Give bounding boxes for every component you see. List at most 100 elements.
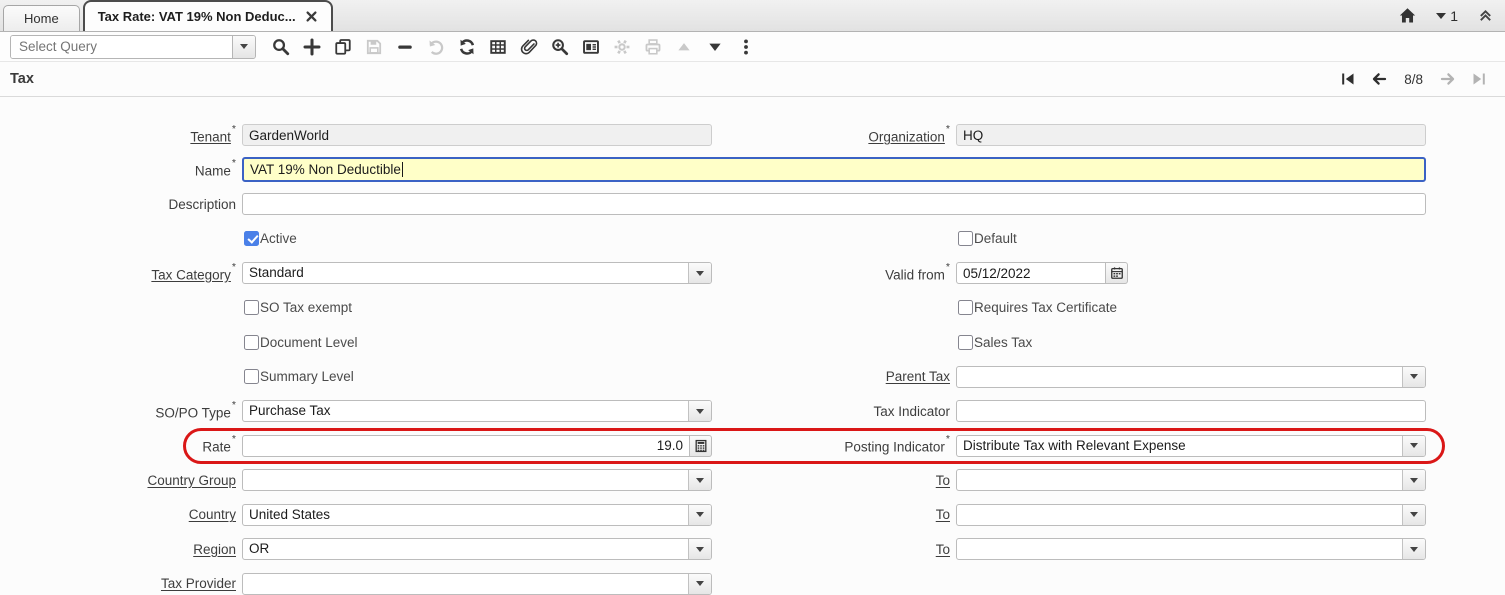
to-region-dropdown-button[interactable] bbox=[1402, 539, 1425, 559]
zoom-across-icon[interactable] bbox=[550, 37, 570, 57]
name-label: Name* bbox=[0, 161, 242, 179]
sopo-type-combobox[interactable]: Purchase Tax bbox=[242, 400, 712, 422]
region-dropdown-button[interactable] bbox=[688, 539, 711, 559]
save-icon bbox=[364, 37, 384, 57]
checkbox-box[interactable] bbox=[244, 369, 259, 384]
more-options-icon[interactable] bbox=[736, 37, 756, 57]
country-group-label: Country Group bbox=[0, 473, 242, 488]
sopo-type-dropdown-button[interactable] bbox=[688, 401, 711, 421]
tax-category-dropdown-button[interactable] bbox=[688, 263, 711, 283]
region-combobox[interactable]: OR bbox=[242, 538, 712, 560]
checkbox-box[interactable] bbox=[244, 335, 259, 350]
name-field[interactable]: VAT 19% Non Deductible bbox=[242, 157, 1426, 182]
required-marker: * bbox=[232, 433, 236, 445]
home-icon[interactable] bbox=[1399, 7, 1416, 24]
rate-widget: 19.0 bbox=[242, 435, 712, 457]
region-value[interactable]: OR bbox=[243, 539, 688, 559]
delete-record-icon[interactable] bbox=[395, 37, 415, 57]
form-row: Tax Provider bbox=[0, 567, 1505, 595]
sopo-type-value[interactable]: Purchase Tax bbox=[243, 401, 688, 421]
country-value[interactable]: United States bbox=[243, 505, 688, 525]
to-country-dropdown-button[interactable] bbox=[1402, 505, 1425, 525]
window-count-dropdown[interactable]: 1 bbox=[1436, 8, 1458, 24]
default-checkbox-label: Default bbox=[974, 231, 1017, 246]
select-query-dropdown-button[interactable] bbox=[232, 36, 255, 58]
to-country-group-value[interactable] bbox=[957, 470, 1402, 490]
to-region-value[interactable] bbox=[957, 539, 1402, 559]
default-checkbox[interactable]: Default bbox=[958, 231, 1426, 246]
to-country-combobox[interactable] bbox=[956, 504, 1426, 526]
parent-tax-combobox[interactable] bbox=[956, 366, 1426, 388]
previous-record-icon[interactable] bbox=[1371, 71, 1387, 87]
country-group-value[interactable] bbox=[243, 470, 688, 490]
select-query-input[interactable] bbox=[11, 36, 232, 58]
calculator-button[interactable] bbox=[690, 435, 712, 457]
document-level-checkbox[interactable]: Document Level bbox=[244, 335, 712, 350]
close-tab-icon[interactable] bbox=[305, 10, 318, 23]
country-group-dropdown-button[interactable] bbox=[688, 470, 711, 490]
to-country-value[interactable] bbox=[957, 505, 1402, 525]
last-record-icon[interactable] bbox=[1471, 71, 1487, 87]
tax-provider-combobox[interactable] bbox=[242, 573, 712, 595]
checkbox-box[interactable] bbox=[244, 231, 259, 246]
checkbox-box[interactable] bbox=[958, 335, 973, 350]
tax-provider-value[interactable] bbox=[243, 574, 688, 594]
chevron-down-icon bbox=[1410, 443, 1418, 448]
sales-tax-checkbox[interactable]: Sales Tax bbox=[958, 335, 1426, 350]
country-group-combobox[interactable] bbox=[242, 469, 712, 491]
active-checkbox[interactable]: Active bbox=[244, 231, 712, 246]
form-row: Active Default bbox=[0, 222, 1505, 257]
tab-home[interactable]: Home bbox=[3, 5, 80, 31]
parent-record-icon bbox=[674, 37, 694, 57]
parent-tax-value[interactable] bbox=[957, 367, 1402, 387]
posting-indicator-value[interactable]: Distribute Tax with Relevant Expense bbox=[957, 436, 1402, 456]
so-tax-exempt-checkbox[interactable]: SO Tax exempt bbox=[244, 300, 712, 315]
refresh-icon[interactable] bbox=[457, 37, 477, 57]
chevron-down-icon bbox=[1410, 374, 1418, 379]
window-count-value: 1 bbox=[1450, 8, 1458, 24]
posting-indicator-combobox[interactable]: Distribute Tax with Relevant Expense bbox=[956, 435, 1426, 457]
checkbox-box[interactable] bbox=[244, 300, 259, 315]
search-icon[interactable] bbox=[271, 37, 291, 57]
tax-provider-dropdown-button[interactable] bbox=[688, 574, 711, 594]
to-region-combobox[interactable] bbox=[956, 538, 1426, 560]
tax-indicator-field[interactable] bbox=[956, 400, 1426, 422]
to-country-group-dropdown-button[interactable] bbox=[1402, 470, 1425, 490]
undo-icon bbox=[426, 37, 446, 57]
next-record-icon[interactable] bbox=[1440, 71, 1456, 87]
select-query-combobox[interactable] bbox=[10, 35, 256, 59]
rate-field[interactable]: 19.0 bbox=[242, 435, 690, 457]
copy-record-icon[interactable] bbox=[333, 37, 353, 57]
chevron-down-icon bbox=[1436, 13, 1446, 19]
to-country-group-label: To bbox=[712, 473, 956, 488]
parent-tax-dropdown-button[interactable] bbox=[1402, 367, 1425, 387]
calendar-button[interactable] bbox=[1106, 262, 1128, 284]
process-gear-icon bbox=[612, 37, 632, 57]
chevron-down-icon bbox=[1410, 512, 1418, 517]
requires-tax-certificate-checkbox[interactable]: Requires Tax Certificate bbox=[958, 300, 1426, 315]
checkbox-box[interactable] bbox=[958, 300, 973, 315]
organization-label: Organization* bbox=[712, 127, 956, 145]
to-country-group-combobox[interactable] bbox=[956, 469, 1426, 491]
required-marker: * bbox=[232, 157, 236, 169]
detail-record-icon[interactable] bbox=[705, 37, 725, 57]
summary-level-checkbox[interactable]: Summary Level bbox=[244, 369, 712, 384]
collapse-header-icon[interactable] bbox=[1478, 8, 1493, 23]
required-marker: * bbox=[232, 261, 236, 273]
checkbox-box[interactable] bbox=[958, 231, 973, 246]
tab-tax-rate[interactable]: Tax Rate: VAT 19% Non Deduc... bbox=[83, 0, 333, 31]
tax-category-value[interactable]: Standard bbox=[243, 263, 688, 283]
tax-category-combobox[interactable]: Standard bbox=[242, 262, 712, 284]
description-field[interactable] bbox=[242, 193, 1426, 215]
country-dropdown-button[interactable] bbox=[688, 505, 711, 525]
country-combobox[interactable]: United States bbox=[242, 504, 712, 526]
form-row: SO/PO Type* Purchase Tax Tax Indicator bbox=[0, 394, 1505, 429]
grid-toggle-icon[interactable] bbox=[488, 37, 508, 57]
first-record-icon[interactable] bbox=[1340, 71, 1356, 87]
posting-indicator-dropdown-button[interactable] bbox=[1402, 436, 1425, 456]
attachment-icon[interactable] bbox=[519, 37, 539, 57]
to-region-label: To bbox=[712, 542, 956, 557]
valid-from-field[interactable]: 05/12/2022 bbox=[956, 262, 1106, 284]
new-record-icon[interactable] bbox=[302, 37, 322, 57]
chat-icon[interactable] bbox=[581, 37, 601, 57]
